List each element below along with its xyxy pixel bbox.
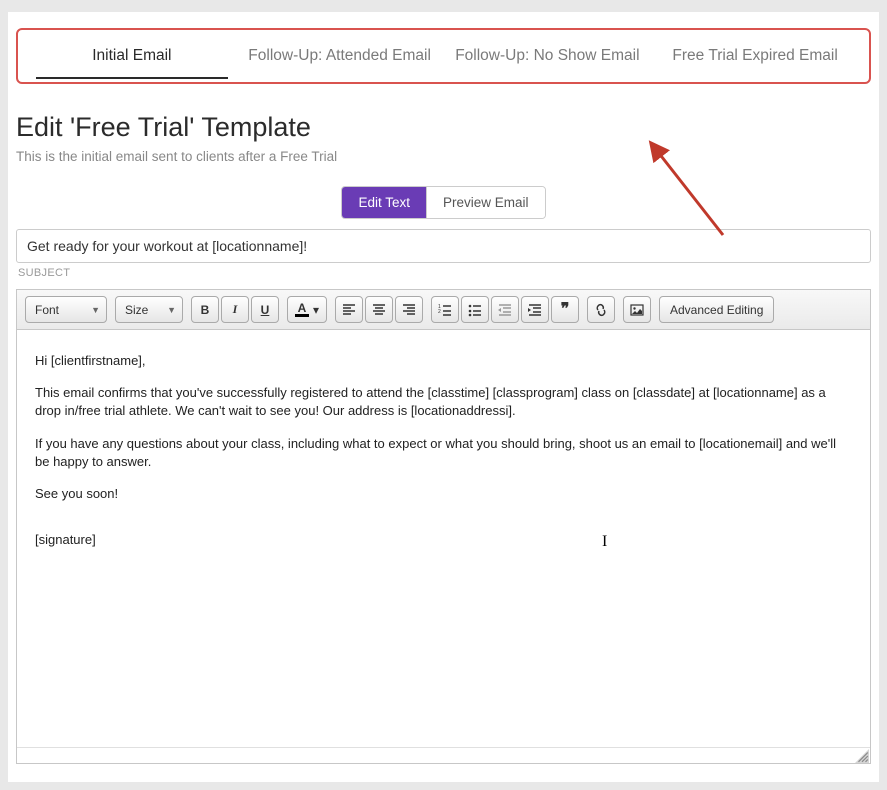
blockquote-button[interactable]: ❞	[551, 296, 579, 323]
text-color-icon: A	[295, 302, 309, 317]
preview-email-button[interactable]: Preview Email	[426, 187, 545, 218]
size-select[interactable]: Size ▼	[115, 296, 183, 323]
email-body-paragraph: Hi [clientfirstname],	[35, 352, 852, 370]
tab-free-trial-expired[interactable]: Free Trial Expired Email	[651, 33, 859, 79]
tabs-row: Initial Email Follow-Up: Attended Email …	[16, 28, 871, 84]
unordered-list-button[interactable]	[461, 296, 489, 323]
page-title: Edit 'Free Trial' Template	[16, 112, 871, 143]
toolbar-group-align	[335, 296, 423, 323]
ordered-list-icon: 12	[438, 303, 452, 317]
email-body-paragraph: [signature]	[35, 531, 852, 549]
toolbar-group-format: B I U	[191, 296, 279, 323]
tabs-wrapper: Initial Email Follow-Up: Attended Email …	[16, 12, 871, 94]
main-panel: Initial Email Follow-Up: Attended Email …	[8, 12, 879, 782]
edit-text-button[interactable]: Edit Text	[342, 187, 426, 218]
italic-icon: I	[233, 302, 238, 317]
chevron-down-icon: ▼	[91, 305, 100, 315]
quote-icon: ❞	[561, 302, 570, 318]
image-button[interactable]	[623, 296, 651, 323]
font-select[interactable]: Font ▼	[25, 296, 107, 323]
email-body-paragraph: See you soon!	[35, 485, 852, 503]
view-toggle-row: Edit Text Preview Email	[8, 186, 879, 219]
editor-content[interactable]: Hi [clientfirstname], This email confirm…	[17, 330, 870, 747]
email-body-paragraph: This email confirms that you've successf…	[35, 384, 852, 420]
link-icon	[594, 303, 608, 317]
toolbar-group-color: A ▾	[287, 296, 327, 323]
subject-label: SUBJECT	[18, 267, 871, 279]
unordered-list-icon	[468, 303, 482, 317]
ordered-list-button[interactable]: 12	[431, 296, 459, 323]
underline-icon: U	[261, 303, 270, 317]
subject-section: SUBJECT	[16, 229, 871, 279]
page-heading: Edit 'Free Trial' Template This is the i…	[16, 112, 871, 164]
font-select-label: Font	[35, 303, 59, 317]
tab-followup-noshow[interactable]: Follow-Up: No Show Email	[444, 33, 652, 79]
indent-icon	[528, 303, 542, 317]
align-left-icon	[342, 303, 356, 317]
underline-button[interactable]: U	[251, 296, 279, 323]
toolbar-group-image	[623, 296, 651, 323]
resize-icon	[855, 749, 869, 763]
advanced-editing-button[interactable]: Advanced Editing	[659, 296, 774, 323]
toolbar-group-size: Size ▼	[115, 296, 183, 323]
tab-followup-attended[interactable]: Follow-Up: Attended Email	[236, 33, 444, 79]
image-icon	[630, 303, 644, 317]
resize-handle[interactable]	[855, 749, 869, 763]
align-center-icon	[372, 303, 386, 317]
link-button[interactable]	[587, 296, 615, 323]
view-toggle-group: Edit Text Preview Email	[341, 186, 545, 219]
align-right-button[interactable]	[395, 296, 423, 323]
italic-button[interactable]: I	[221, 296, 249, 323]
outdent-icon	[498, 303, 512, 317]
toolbar-group-link	[587, 296, 615, 323]
chevron-down-icon: ▾	[313, 303, 319, 317]
tab-initial-email[interactable]: Initial Email	[28, 33, 236, 79]
toolbar-group-font: Font ▼	[25, 296, 107, 323]
subject-input[interactable]	[16, 229, 871, 263]
rich-text-editor: Font ▼ Size ▼ B I U A ▾	[16, 289, 871, 764]
toolbar-group-advanced: Advanced Editing	[659, 296, 774, 323]
toolbar: Font ▼ Size ▼ B I U A ▾	[17, 290, 870, 330]
svg-text:2: 2	[438, 309, 441, 315]
text-color-button[interactable]: A ▾	[287, 296, 327, 323]
toolbar-group-lists: 12 ❞	[431, 296, 579, 323]
outdent-button[interactable]	[491, 296, 519, 323]
page-subtitle: This is the initial email sent to client…	[16, 149, 871, 164]
bold-button[interactable]: B	[191, 296, 219, 323]
align-right-icon	[402, 303, 416, 317]
bold-icon: B	[201, 303, 210, 317]
align-left-button[interactable]	[335, 296, 363, 323]
chevron-down-icon: ▼	[167, 305, 176, 315]
indent-button[interactable]	[521, 296, 549, 323]
email-body-paragraph: If you have any questions about your cla…	[35, 435, 852, 471]
editor-resizer	[17, 747, 870, 763]
align-center-button[interactable]	[365, 296, 393, 323]
size-select-label: Size	[125, 303, 148, 317]
